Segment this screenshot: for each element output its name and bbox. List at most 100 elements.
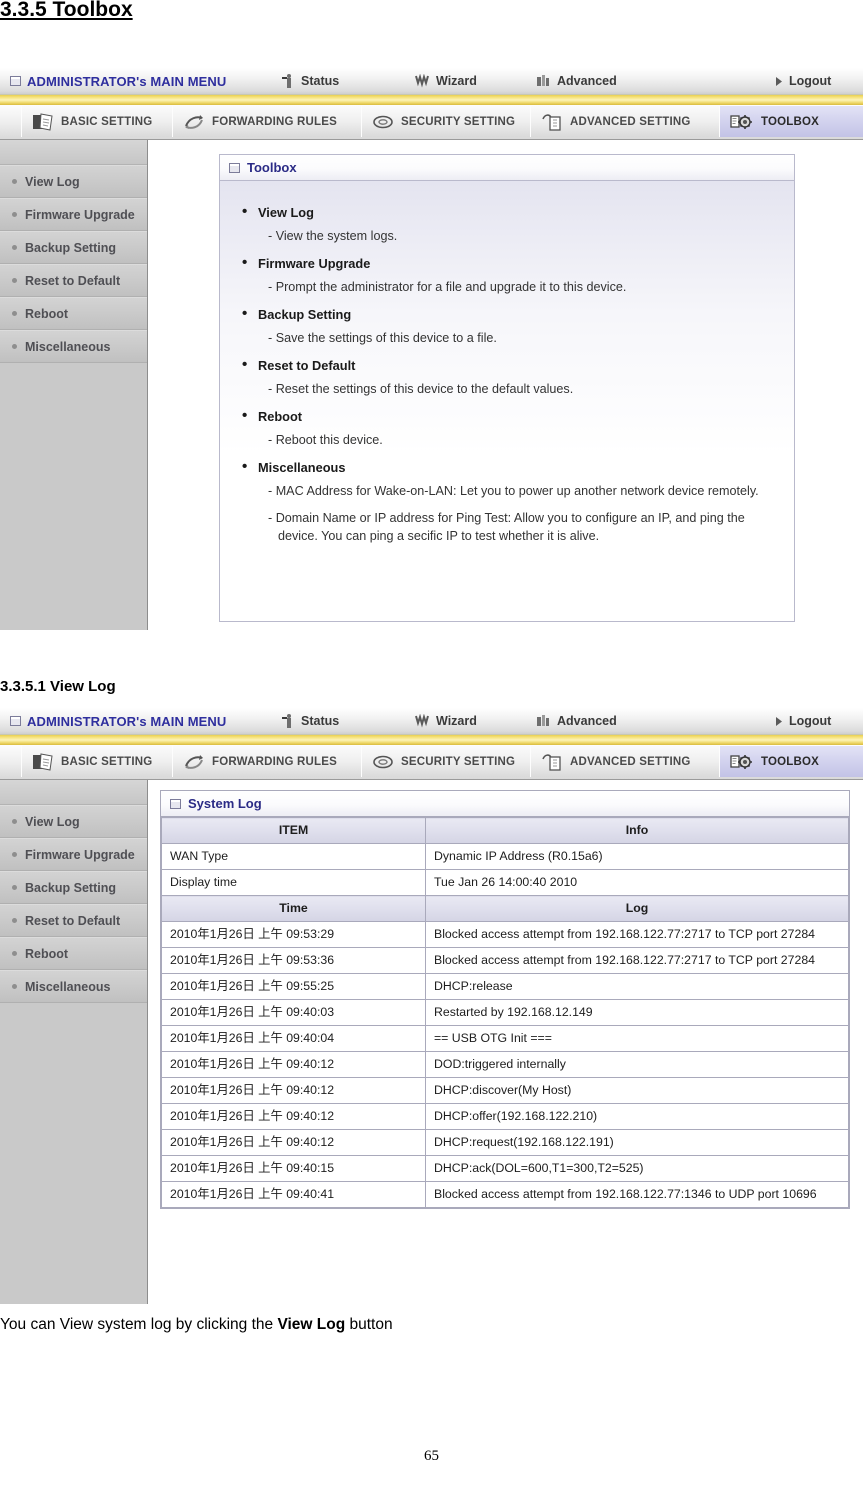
table-cell: Blocked access attempt from 192.168.122.… (425, 947, 849, 974)
sidebar-item-reboot[interactable]: Reboot (0, 937, 147, 970)
sidebar-cap-2 (0, 780, 147, 805)
sidebar-item-label: Miscellaneous (25, 979, 111, 994)
main-menu-item-status-2[interactable]: Status (282, 708, 339, 734)
sidebar-item-reset-to-default[interactable]: Reset to Default (0, 904, 147, 937)
subsection-title: 3.3.5.1 View Log (0, 678, 116, 695)
table-cell: 2010年1月26日 上午 09:40:41 (161, 1181, 426, 1208)
shield-disc-icon (373, 755, 393, 768)
table-row: 2010年1月26日 上午 09:40:03 Restarted by 192.1… (161, 999, 849, 1026)
table-cell: == USB OTG Init === (425, 1025, 849, 1052)
sidebar-item-label: Reset to Default (25, 913, 121, 928)
main-menu-item-advanced-2[interactable]: Advanced (535, 708, 617, 734)
main-menu-admin-label: ADMINISTRATOR's MAIN MENU (10, 68, 226, 94)
system-log-table: ITEM Info WAN Type Dynamic IP Address (R0.1… (161, 817, 849, 1208)
toolbox-entry: Backup Setting - Save the settings of thi… (240, 304, 780, 347)
sidebar-item-firmware-upgrade[interactable]: Firmware Upgrade (0, 838, 147, 871)
table-row: 2010年1月26日 上午 09:40:04 == USB OTG Init ==… (161, 1025, 849, 1052)
bullet-icon (12, 278, 17, 283)
tab-basic-setting-2[interactable]: BASIC SETTING (21, 746, 193, 777)
tab-toolbox-2[interactable]: TOOLBOX (719, 746, 863, 777)
column-header: Info (425, 817, 849, 844)
tab-advanced-setting-2[interactable]: ADVANCED SETTING (530, 746, 740, 777)
arrow-right-icon (776, 716, 782, 726)
bullet-icon (12, 984, 17, 989)
table-cell: 2010年1月26日 上午 09:40:03 (161, 999, 426, 1026)
tab-security-setting[interactable]: SECURITY SETTING (361, 106, 551, 137)
sidebar-item-view-log[interactable]: View Log (0, 805, 147, 838)
table-row: 2010年1月26日 上午 09:40:12 DOD:triggered inte… (161, 1051, 849, 1078)
table-cell: 2010年1月26日 上午 09:40:12 (161, 1129, 426, 1156)
page-number: 65 (424, 1448, 439, 1464)
status-icon (282, 713, 291, 728)
system-log-panel: System Log ITEM Info WAN Type Dynamic IP Ad… (160, 790, 850, 1209)
window-icon (10, 76, 21, 86)
page-title: 3.3.5 Toolbox (0, 0, 133, 21)
sidebar-item-backup-setting[interactable]: Backup Setting (0, 871, 147, 904)
tab-forwarding-rules-2[interactable]: FORWARDING RULES (172, 746, 382, 777)
main-menu-item-logout[interactable]: Logout (775, 68, 831, 94)
table-row: 2010年1月26日 上午 09:53:29 Blocked access att… (161, 921, 849, 948)
main-menu-item-wizard[interactable]: Wizard (414, 68, 477, 94)
table-cell: DHCP:offer(192.168.122.210) (425, 1103, 849, 1130)
table-row: 2010年1月26日 上午 09:40:41 Blocked access att… (161, 1181, 849, 1208)
sidebar-item-reboot[interactable]: Reboot (0, 297, 147, 330)
tab-advanced-setting[interactable]: ADVANCED SETTING (530, 106, 740, 137)
table-cell: Blocked access attempt from 192.168.122.… (425, 921, 849, 948)
toolbox-entry: Reboot - Reboot this device. (240, 406, 780, 449)
arrows-exchange-icon (185, 114, 203, 129)
table-row: 2010年1月26日 上午 09:40:12 DHCP:request(192.1… (161, 1129, 849, 1156)
table-cell: 2010年1月26日 上午 09:53:29 (161, 921, 426, 948)
toolbox-entry-name: Reset to Default (240, 355, 780, 376)
folder-document-icon (33, 752, 53, 771)
table-cell: Tue Jan 26 14:00:40 2010 (425, 869, 849, 896)
accent-bar (0, 95, 863, 105)
table-cell: 2010年1月26日 上午 09:40:12 (161, 1103, 426, 1130)
table-cell: 2010年1月26日 上午 09:40:12 (161, 1051, 426, 1078)
panel-icon (170, 798, 181, 809)
toolbox-panel-title: Toolbox (219, 154, 795, 181)
sidebar-item-firmware-upgrade[interactable]: Firmware Upgrade (0, 198, 147, 231)
sidebar: View Log Firmware Upgrade Backup Setting Re… (0, 140, 148, 630)
table-cell: Dynamic IP Address (R0.15a6) (425, 843, 849, 870)
tab-toolbox[interactable]: TOOLBOX (719, 106, 863, 137)
sidebar-item-label: Reboot (25, 306, 69, 321)
log-header-row: Time Log (161, 895, 849, 922)
main-menu-bar: ADMINISTRATOR's MAIN MENU Status Wizard … (0, 68, 863, 95)
table-cell: Blocked access attempt from 192.168.122.… (425, 1181, 849, 1208)
main-menu-admin-label-2: ADMINISTRATOR's MAIN MENU (10, 708, 226, 734)
router-admin-screenshot-toolbox: ADMINISTRATOR's MAIN MENU Status Wizard … (0, 68, 863, 636)
folder-document-icon (33, 112, 53, 131)
sidebar-item-reset-to-default[interactable]: Reset to Default (0, 264, 147, 297)
sidebar-item-miscellaneous[interactable]: Miscellaneous (0, 970, 147, 1003)
tab-security-setting-2[interactable]: SECURITY SETTING (361, 746, 551, 777)
tab-basic-setting[interactable]: BASIC SETTING (21, 106, 193, 137)
tab-strip-2: BASIC SETTING FORWARDING RULES SECURITY … (0, 745, 863, 780)
accent-bar-2 (0, 735, 863, 745)
toolbox-entry-description: - Reset the settings of this device to t… (268, 382, 574, 396)
sidebar-2: View Log Firmware Upgrade Backup Setting Re… (0, 780, 148, 1304)
toolbox-entry-name: Miscellaneous (240, 457, 780, 478)
main-menu-item-status[interactable]: Status (282, 68, 339, 94)
table-cell: DHCP:request(192.168.122.191) (425, 1129, 849, 1156)
toolbox-entry-name: Backup Setting (240, 304, 780, 325)
caption-bold: View Log (277, 1316, 346, 1333)
sidebar-item-miscellaneous[interactable]: Miscellaneous (0, 330, 147, 363)
table-cell: DHCP:discover(My Host) (425, 1077, 849, 1104)
main-menu-item-logout-2[interactable]: Logout (775, 708, 831, 734)
bullet-icon (12, 918, 17, 923)
table-row: 2010年1月26日 上午 09:40:15 DHCP:ack(DOL=600,T… (161, 1155, 849, 1182)
bullet-icon (12, 885, 17, 890)
sidebar-cap (0, 140, 147, 165)
system-log-panel-title: System Log (160, 790, 850, 817)
table-cell: DHCP:release (425, 973, 849, 1000)
sidebar-item-view-log[interactable]: View Log (0, 165, 147, 198)
tab-forwarding-rules[interactable]: FORWARDING RULES (172, 106, 382, 137)
main-menu-item-wizard-2[interactable]: Wizard (414, 708, 477, 734)
main-menu-item-advanced[interactable]: Advanced (535, 68, 617, 94)
sidebar-item-backup-setting[interactable]: Backup Setting (0, 231, 147, 264)
status-icon (282, 73, 291, 88)
router-admin-screenshot-viewlog: ADMINISTRATOR's MAIN MENU Status Wizard … (0, 708, 863, 1306)
toolbox-entry: View Log - View the system logs. (240, 202, 780, 245)
table-cell: 2010年1月26日 上午 09:55:25 (161, 973, 426, 1000)
info-header-row: ITEM Info (161, 817, 849, 844)
